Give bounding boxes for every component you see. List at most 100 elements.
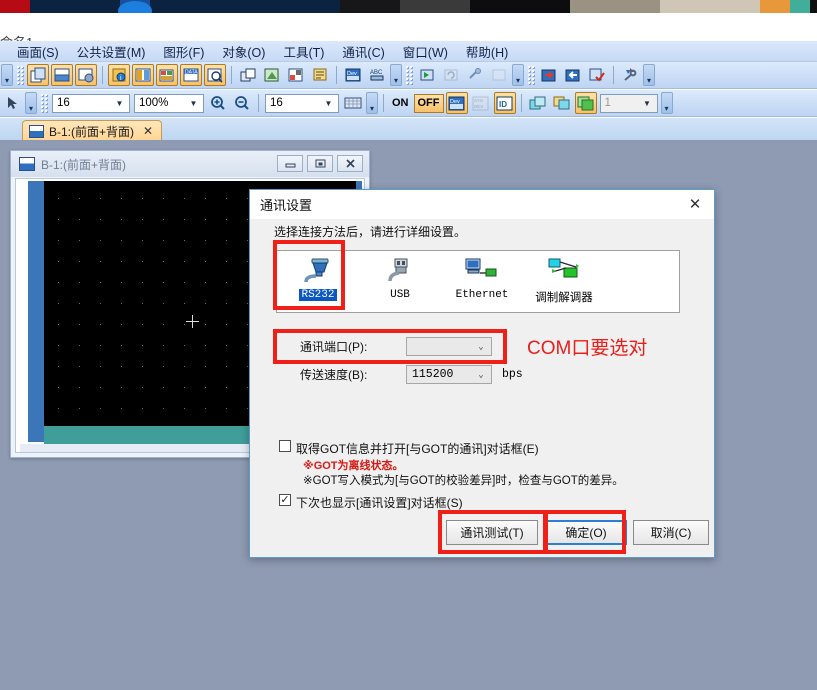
- sys-device-label-icon[interactable]: SYS DEV: [470, 92, 492, 114]
- comment-list-icon[interactable]: [132, 64, 154, 86]
- mdi-window-title: B-1:(前面+背面): [41, 157, 127, 172]
- layer-back-icon[interactable]: [551, 92, 573, 114]
- grid-size-combo[interactable]: 16 ▼: [265, 93, 339, 113]
- toolbar-separator-7: [520, 94, 522, 112]
- menu-help[interactable]: 帮助(H): [457, 40, 517, 63]
- select-tool-icon[interactable]: [1, 92, 23, 114]
- key-window-icon[interactable]: [285, 64, 307, 86]
- text-list-icon[interactable]: ABC: [366, 64, 388, 86]
- open-screen-icon[interactable]: [51, 64, 73, 86]
- mdi-titlebar[interactable]: B-1:(前面+背面): [11, 151, 369, 177]
- menu-common[interactable]: 公共设置(M): [68, 40, 155, 63]
- checkbox-got-row[interactable]: 取得GOT信息并打开[与GOT的通讯]对话框(E): [279, 440, 539, 457]
- zoom-out-icon[interactable]: [231, 92, 253, 114]
- menu-object[interactable]: 对象(O): [213, 40, 274, 63]
- read-from-got-icon[interactable]: [562, 64, 584, 86]
- menu-communication[interactable]: 通讯(C): [333, 40, 393, 63]
- simulator-exit-icon[interactable]: [488, 64, 510, 86]
- toolbar2-overflow-chevron-icon[interactable]: ▾: [512, 64, 524, 86]
- chevron-down-icon[interactable]: ⌄: [474, 366, 488, 383]
- toolbar-grip-4[interactable]: [40, 93, 48, 113]
- device-list-icon[interactable]: Dev: [342, 64, 364, 86]
- layer-front-icon[interactable]: [527, 92, 549, 114]
- method-rs232-label: RS232: [299, 289, 337, 301]
- menu-figure[interactable]: 图形(F): [154, 40, 213, 63]
- toolbar-grip-3[interactable]: [527, 65, 535, 85]
- chevron-down-icon[interactable]: ▼: [321, 95, 336, 112]
- close-icon[interactable]: ✕: [684, 194, 706, 214]
- toolbar-grip-2[interactable]: [405, 65, 413, 85]
- menu-tool[interactable]: 工具(T): [274, 40, 333, 63]
- chevron-down-icon[interactable]: ▼: [112, 95, 127, 112]
- port-combo[interactable]: ⌄: [406, 337, 492, 356]
- minimize-icon[interactable]: [277, 155, 303, 172]
- screen-properties-icon[interactable]: [75, 64, 97, 86]
- overlap-window-icon[interactable]: [237, 64, 259, 86]
- new-screen-icon[interactable]: [27, 64, 49, 86]
- usb-connector-icon: [384, 256, 416, 286]
- font-size-combo[interactable]: 16 ▼: [52, 93, 130, 113]
- toolbar-grip-1[interactable]: [16, 65, 24, 85]
- method-modem[interactable]: 调制解调器: [523, 251, 605, 312]
- menu-window[interactable]: 窗口(W): [394, 40, 457, 63]
- chevron-down-icon[interactable]: ⌄: [474, 338, 488, 355]
- speed-combo[interactable]: 115200 ⌄: [406, 365, 492, 384]
- layer-all-icon[interactable]: [574, 92, 597, 114]
- layer-number-value: 1: [604, 97, 611, 109]
- layer-number-combo[interactable]: 1 ▼: [599, 93, 658, 113]
- communication-test-button[interactable]: 通讯测试(T): [446, 520, 538, 545]
- toolbar5-overflow-chevron-icon[interactable]: ▾: [660, 92, 673, 114]
- write-to-got-icon[interactable]: [538, 64, 560, 86]
- grid-style-icon[interactable]: [342, 92, 364, 114]
- dialog-body: 选择连接方法后，请进行详细设置。 RS232 USB Ethernet 调制解调…: [250, 219, 714, 557]
- toolbar4-overflow-chevron-icon[interactable]: ▾: [25, 92, 37, 114]
- svg-text:ABC: ABC: [370, 70, 383, 76]
- object-id-icon[interactable]: ID: [493, 92, 516, 114]
- menu-screen[interactable]: 画面(S): [8, 40, 68, 63]
- rs232-connector-icon: [302, 256, 334, 286]
- checkbox-show-next-row[interactable]: ✓ 下次也显示[通讯设置]对话框(S): [279, 494, 463, 511]
- data-list-icon[interactable]: DATA: [180, 64, 202, 86]
- state-on-button[interactable]: ON: [389, 94, 412, 113]
- toolbar-overflow-chevron-left-icon[interactable]: ▾: [1, 64, 13, 86]
- modem-icon: [546, 256, 582, 286]
- ok-button[interactable]: 确定(O): [545, 520, 627, 545]
- grid-style-dropdown-chevron-icon[interactable]: ▾: [366, 92, 378, 114]
- system-settings-icon[interactable]: i: [108, 64, 130, 86]
- simulator-start-icon[interactable]: [416, 64, 438, 86]
- method-ethernet[interactable]: Ethernet: [441, 251, 523, 312]
- screen-icon: [29, 124, 44, 138]
- zoom-level-combo[interactable]: 100% ▼: [134, 93, 204, 113]
- state-off-button[interactable]: OFF: [413, 93, 444, 113]
- restore-icon[interactable]: [307, 155, 333, 172]
- parts-list-icon[interactable]: [156, 64, 178, 86]
- connection-method-panel: RS232 USB Ethernet 调制解调器: [276, 250, 680, 313]
- close-icon[interactable]: [337, 155, 363, 172]
- method-usb[interactable]: USB: [359, 251, 441, 312]
- chevron-down-icon[interactable]: ▼: [186, 95, 201, 112]
- chevron-down-icon[interactable]: ▼: [640, 95, 655, 112]
- dialog-instruction: 选择连接方法后，请进行详细设置。: [274, 225, 467, 239]
- got-offline-note: ※GOT为离线状态。: [303, 460, 404, 472]
- checkbox-got-label: 取得GOT信息并打开[与GOT的通讯]对话框(E): [296, 442, 539, 456]
- cancel-button[interactable]: 取消(C): [633, 520, 709, 545]
- device-label-icon[interactable]: Dev: [445, 92, 468, 114]
- close-icon[interactable]: ✕: [143, 124, 153, 138]
- verify-with-got-icon[interactable]: [586, 64, 608, 86]
- toolbar-separator-5: [258, 94, 259, 112]
- method-rs232[interactable]: RS232: [277, 251, 359, 312]
- menu-bar: 画面(S) 公共设置(M) 图形(F) 对象(O) 工具(T) 通讯(C) 窗口…: [0, 41, 817, 62]
- simulator-update-icon[interactable]: [440, 64, 462, 86]
- simulator-settings-icon[interactable]: [464, 64, 486, 86]
- ethernet-network-icon: [464, 256, 500, 286]
- zoom-in-icon[interactable]: [207, 92, 229, 114]
- superimpose-window-icon[interactable]: [261, 64, 283, 86]
- document-tab-b1[interactable]: B-1:(前面+背面) ✕: [22, 120, 163, 141]
- communication-settings-icon[interactable]: [619, 64, 641, 86]
- checkbox-got-box[interactable]: [279, 440, 291, 452]
- toolbar1-overflow-chevron-icon[interactable]: ▾: [390, 64, 402, 86]
- report-screen-icon[interactable]: [309, 64, 331, 86]
- toolbar3-overflow-chevron-icon[interactable]: ▾: [643, 64, 655, 86]
- screen-preview-icon[interactable]: [204, 64, 226, 86]
- checkbox-show-next-box[interactable]: ✓: [279, 494, 291, 506]
